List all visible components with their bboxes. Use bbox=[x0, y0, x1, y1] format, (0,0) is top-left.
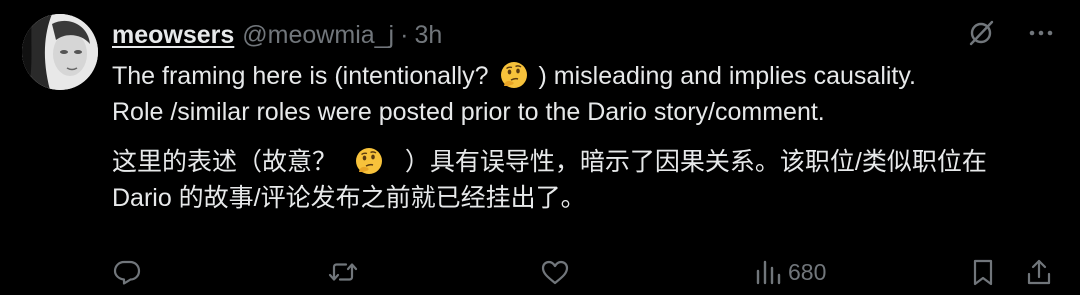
tweet-text-segment: 这里的表述（故意？ bbox=[112, 148, 338, 176]
retweet-icon bbox=[328, 263, 358, 281]
tweet-text-line: 这里的表述（故意？ ）具有误导性，暗示了因果关系。该职位/类似职位在 bbox=[112, 144, 1042, 180]
tweet-text-line: Dario 的故事/评论发布之前就已经挂出了。 bbox=[112, 184, 586, 212]
tweet-header: meowsers @meowmia_j · 3h bbox=[112, 18, 442, 52]
tweet-actions: 680 bbox=[112, 255, 1056, 289]
grok-icon[interactable] bbox=[966, 18, 996, 48]
analytics-icon bbox=[756, 260, 781, 285]
bookmark-button[interactable] bbox=[968, 255, 998, 289]
thinking-face-emoji bbox=[500, 62, 527, 88]
separator-dot: · bbox=[400, 20, 409, 49]
bookmark-icon bbox=[973, 259, 993, 286]
avatar[interactable] bbox=[22, 14, 98, 90]
tweet-text-segment: ) misleading and implies causality. bbox=[538, 62, 916, 90]
tweet-top-icons bbox=[966, 18, 1056, 48]
views-button[interactable]: 680 bbox=[754, 255, 826, 289]
more-icon[interactable] bbox=[1026, 18, 1056, 48]
tweet-text-segment: ）具有误导性，暗示了因果关系。该职位/类似职位在 bbox=[404, 148, 987, 176]
heart-icon bbox=[541, 260, 569, 285]
share-button[interactable] bbox=[1024, 255, 1054, 289]
tweet[interactable]: meowsers @meowmia_j · 3h The framing her… bbox=[0, 0, 1080, 295]
author-handle[interactable]: @meowmia_j bbox=[242, 21, 394, 50]
tweet-text-line: Role /similar roles were posted prior to… bbox=[112, 98, 825, 126]
reply-button[interactable] bbox=[112, 255, 148, 289]
tweet-text-line: The framing here is (intentionally? ) mi… bbox=[112, 58, 1042, 94]
tweet-text-chinese: 这里的表述（故意？ ）具有误导性，暗示了因果关系。该职位/类似职位在 Dario… bbox=[112, 144, 1042, 216]
views-count: 680 bbox=[788, 258, 827, 285]
tweet-text-english: The framing here is (intentionally? ) mi… bbox=[112, 58, 1042, 130]
tweet-text-segment: The framing here is (intentionally? bbox=[112, 62, 489, 90]
timestamp[interactable]: 3h bbox=[414, 21, 442, 50]
author-display-name[interactable]: meowsers bbox=[112, 21, 234, 50]
share-icon bbox=[1027, 259, 1051, 285]
avatar-image bbox=[22, 14, 98, 90]
reply-icon bbox=[113, 260, 141, 285]
retweet-button[interactable] bbox=[328, 255, 364, 289]
like-button[interactable] bbox=[540, 255, 576, 289]
thinking-face-emoji bbox=[355, 148, 382, 174]
